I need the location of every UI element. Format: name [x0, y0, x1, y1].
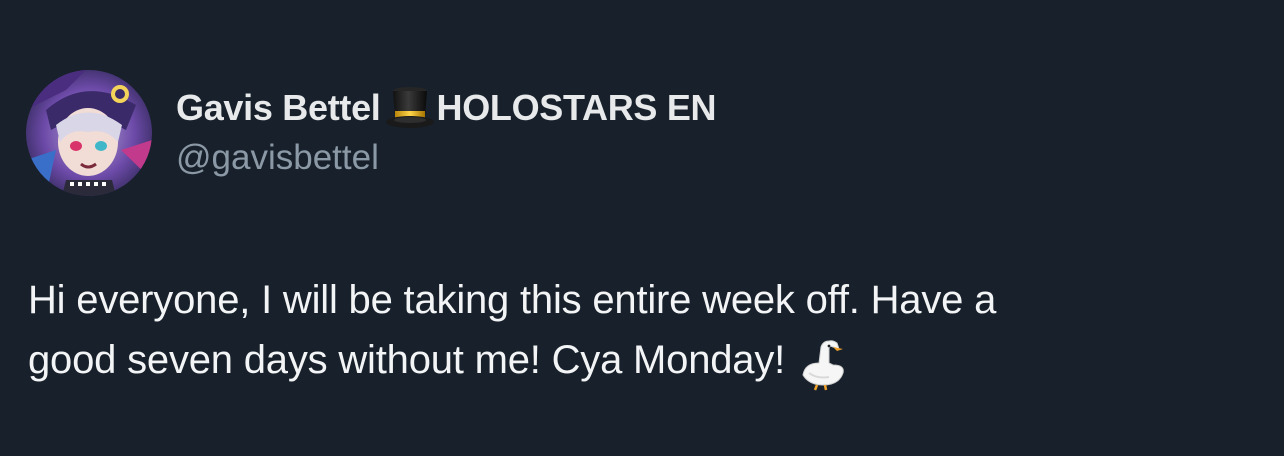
tweet-card: Gavis Bettel HOLOSTARS EN @gavisbettel H…	[0, 0, 1284, 456]
tweet-text-line: good seven days without me! Cya Monday!	[28, 330, 1258, 391]
avatar-image	[26, 70, 152, 196]
display-name-suffix[interactable]: HOLOSTARS EN	[437, 87, 717, 129]
tweet-text-line: Hi everyone, I will be taking this entir…	[28, 278, 997, 322]
tweet-text: Hi everyone, I will be taking this entir…	[28, 270, 1258, 391]
author-name-row[interactable]: Gavis Bettel HOLOSTARS EN	[176, 84, 717, 132]
top-hat-icon	[385, 85, 435, 131]
avatar[interactable]	[26, 70, 152, 196]
display-name[interactable]: Gavis Bettel	[176, 87, 381, 129]
author-handle[interactable]: @gavisbettel	[176, 138, 716, 178]
author-block: Gavis Bettel HOLOSTARS EN @gavisbettel	[176, 84, 717, 178]
goose-icon	[799, 337, 849, 391]
tweet-text-line-2: good seven days without me! Cya Monday!	[28, 338, 786, 382]
